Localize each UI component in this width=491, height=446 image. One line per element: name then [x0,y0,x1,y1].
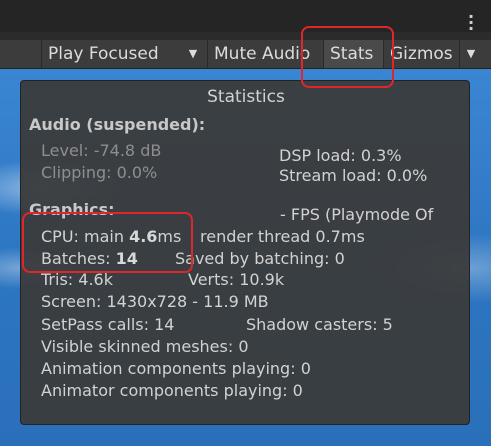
stream-load: Stream load: 0.0% [279,166,428,185]
dsp-load: DSP load: 0.3% [279,146,402,165]
tab-strip [0,0,491,32]
gizmos-dropdown[interactable]: Gizmos [383,40,459,68]
audio-header: Audio (suspended): [29,115,206,134]
shadow-casters-stat: Shadow casters: 5 [246,315,393,334]
cpu-batches-highlight-box [22,212,193,273]
setpass-stat: SetPass calls: 14 [41,315,175,334]
animator-components-stat: Animator components playing: 0 [41,381,303,400]
play-focused-dropdown[interactable]: Play Focused [41,40,205,68]
tris-stat: Tris: 4.6k [41,270,113,289]
render-thread: render thread 0.7ms [200,227,365,246]
stats-highlight-box [301,26,394,88]
screen-stat: Screen: 1430x728 - 11.9 MB [41,292,269,311]
verts-stat: Verts: 10.9k [188,270,285,289]
audio-clipping: Clipping: 0.0% [41,163,158,182]
mute-audio-label: Mute Audio [214,44,311,64]
game-view-toolbar: Play Focused ▼ Mute Audio Stats Gizmos ▼ [0,40,491,69]
dropdown-arrow-icon[interactable]: ▼ [459,40,482,68]
play-focused-label: Play Focused [48,44,159,64]
kebab-menu-icon[interactable]: · · · [467,9,475,37]
dropdown-arrow-icon[interactable]: ▼ [182,40,204,68]
audio-level: Level: -74.8 dB [41,141,162,160]
skinned-meshes-stat: Visible skinned meshes: 0 [41,337,249,356]
animation-components-stat: Animation components playing: 0 [41,359,311,378]
gizmos-label: Gizmos [390,44,453,64]
saved-by-batching: Saved by batching: 0 [175,249,345,268]
fps-readout: - FPS (Playmode Of [280,205,434,224]
statistics-title: Statistics [207,87,285,107]
window-header: · · · [0,0,491,41]
